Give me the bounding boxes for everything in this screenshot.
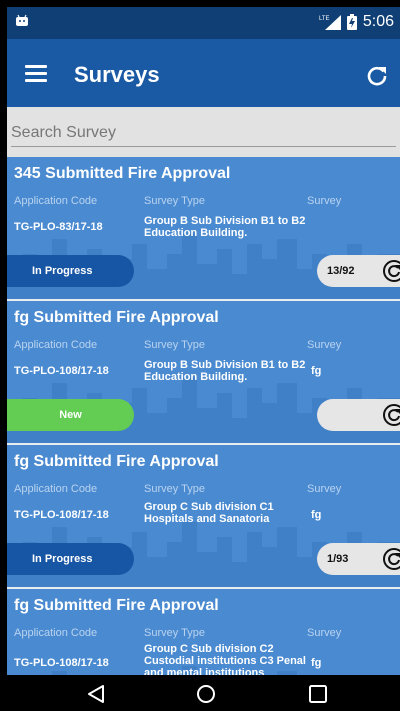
survey-type-value-line2: Education Building.	[144, 227, 248, 239]
hamburger-menu-icon[interactable]	[25, 65, 47, 83]
survey-type-value-line2: Education Building.	[144, 371, 248, 383]
survey-type-label: Survey Type	[144, 195, 205, 207]
card-title: fg Submitted Fire Approval	[14, 597, 219, 614]
progress-count: 13/92	[327, 265, 355, 277]
refresh-icon[interactable]	[364, 63, 390, 89]
sync-icon[interactable]	[382, 259, 400, 283]
survey-label: Survey	[307, 339, 342, 351]
progress-count-pill: 13/92	[317, 255, 400, 287]
survey-type-label: Survey Type	[144, 627, 205, 639]
survey-label: Survey	[307, 195, 342, 207]
survey-value: fg	[311, 657, 322, 669]
system-nav-bar	[7, 675, 400, 711]
survey-value: fg	[311, 509, 322, 521]
survey-type-value-line1: Group C Sub division C1	[144, 501, 274, 513]
survey-card[interactable]: fg Submitted Fire Approval Application C…	[7, 589, 400, 675]
android-notification-icon	[16, 14, 28, 26]
sync-icon[interactable]	[382, 403, 400, 427]
status-icons: LTE 5:06	[319, 13, 394, 31]
page-title: Surveys	[74, 62, 160, 87]
device-screen: LTE 5:06 Surveys Search Survey 345 Submi…	[7, 7, 400, 711]
battery-icon	[346, 14, 357, 30]
survey-type-value-line2: Custodial institutions C3 Penal	[144, 655, 306, 667]
back-icon[interactable]	[85, 683, 107, 705]
application-code-value: TG-PLO-108/17-18	[14, 657, 109, 669]
progress-count-pill: 1/93	[317, 543, 400, 575]
survey-type-value-line1: Group C Sub division C2	[144, 643, 274, 655]
progress-count-pill	[317, 399, 400, 431]
survey-type-value-line3: and mental institutions	[144, 667, 265, 675]
recents-icon[interactable]	[307, 683, 329, 705]
survey-value: fg	[311, 365, 322, 377]
application-code-label: Application Code	[14, 627, 98, 639]
progress-count: 1/93	[327, 553, 349, 565]
card-title: fg Submitted Fire Approval	[14, 453, 219, 470]
survey-card[interactable]: fg Submitted Fire Approval Application C…	[7, 301, 400, 443]
application-code-value: TG-PLO-108/17-18	[14, 365, 109, 377]
lte-signal-icon: LTE	[319, 15, 341, 30]
survey-list[interactable]: 345 Submitted Fire Approval Application …	[7, 157, 400, 675]
survey-type-value-line1: Group B Sub Division B1 to B2	[144, 359, 306, 371]
survey-type-value-line1: Group B Sub Division B1 to B2	[144, 215, 306, 227]
sync-icon[interactable]	[382, 547, 400, 571]
survey-card[interactable]: fg Submitted Fire Approval Application C…	[7, 445, 400, 587]
survey-type-label: Survey Type	[144, 483, 205, 495]
card-title: 345 Submitted Fire Approval	[14, 165, 231, 182]
status-time: 5:06	[362, 13, 394, 30]
home-icon[interactable]	[195, 683, 217, 705]
search-bar	[7, 107, 400, 157]
application-code-label: Application Code	[14, 195, 98, 207]
card-title: fg Submitted Fire Approval	[14, 309, 219, 326]
status-bar: LTE 5:06	[7, 7, 400, 39]
survey-card[interactable]: 345 Submitted Fire Approval Application …	[7, 157, 400, 299]
application-code-value: TG-PLO-83/17-18	[14, 221, 103, 233]
survey-type-value-line2: Hospitals and Sanatoria	[144, 513, 270, 525]
status-badge: New	[7, 399, 134, 431]
svg-text:LTE: LTE	[319, 16, 330, 22]
application-code-label: Application Code	[14, 483, 98, 495]
status-badge: In Progress	[7, 543, 134, 575]
application-code-value: TG-PLO-108/17-18	[14, 509, 109, 521]
app-bar: Surveys	[7, 39, 400, 109]
status-badge: In Progress	[7, 255, 134, 287]
survey-label: Survey	[307, 483, 342, 495]
search-input[interactable]	[11, 119, 396, 147]
survey-type-label: Survey Type	[144, 339, 205, 351]
survey-label: Survey	[307, 627, 342, 639]
application-code-label: Application Code	[14, 339, 98, 351]
